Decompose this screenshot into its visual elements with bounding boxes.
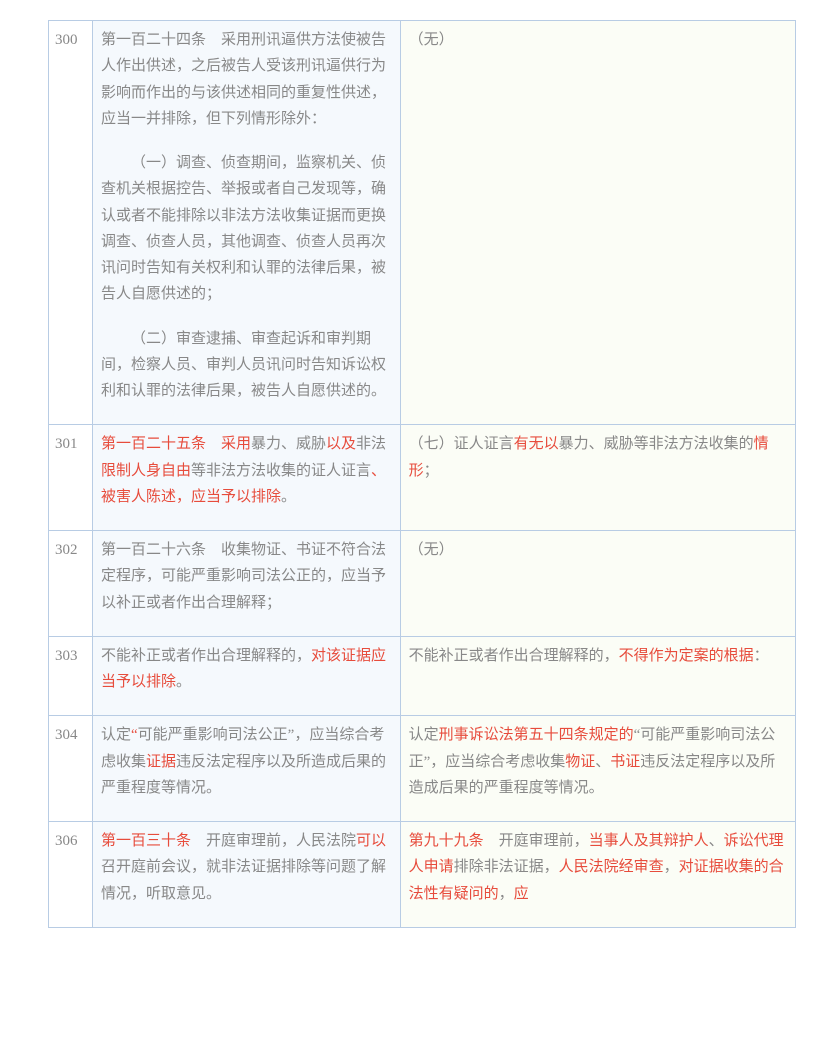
table-row: 300 第一百二十四条 采用刑讯逼供方法使被告人作出供述，之后被告人受该刑讯逼供… bbox=[49, 21, 796, 425]
table-row: 306 第一百三十条 开庭审理前，人民法院可以召开庭前会议，就非法证据排除等问题… bbox=[49, 822, 796, 928]
left-cell: 第一百二十四条 采用刑讯逼供方法使被告人作出供述，之后被告人受该刑讯逼供行为影响… bbox=[92, 21, 400, 425]
row-number: 302 bbox=[49, 531, 93, 637]
text: 召开庭前会议，就非法证据排除等问题了解情况，听取意见。 bbox=[101, 859, 386, 901]
row-number: 303 bbox=[49, 636, 93, 716]
highlight: 证据 bbox=[146, 754, 176, 770]
text: 、 bbox=[595, 754, 610, 770]
text: 。 bbox=[176, 674, 191, 690]
highlight: 有无以 bbox=[514, 436, 559, 452]
table-row: 303 不能补正或者作出合理解释的，对该证据应当予以排除。 不能补正或者作出合理… bbox=[49, 636, 796, 716]
highlight: 当事人及其辩护人 bbox=[589, 833, 709, 849]
table-row: 304 认定“可能严重影响司法公正”，应当综合考虑收集证据违反法定程序以及所造成… bbox=[49, 716, 796, 822]
paragraph: （无） bbox=[409, 542, 454, 558]
highlight: 限制人身自由 bbox=[101, 463, 191, 479]
row-number: 300 bbox=[49, 21, 93, 425]
comparison-table: 300 第一百二十四条 采用刑讯逼供方法使被告人作出供述，之后被告人受该刑讯逼供… bbox=[48, 20, 796, 928]
highlight: 以及 bbox=[326, 436, 356, 452]
right-cell: 不能补正或者作出合理解释的，不得作为定案的根据： bbox=[400, 636, 795, 716]
right-cell: 第九十九条 开庭审理前，当事人及其辩护人、诉讼代理人申请排除非法证据，人民法院经… bbox=[400, 822, 795, 928]
left-cell: 第一百二十六条 收集物证、书证不符合法定程序，可能严重影响司法公正的，应当予以补… bbox=[92, 531, 400, 637]
text: ； bbox=[424, 463, 439, 479]
left-cell: 认定“可能严重影响司法公正”，应当综合考虑收集证据违反法定程序以及所造成后果的严… bbox=[92, 716, 400, 822]
paragraph: 第一百二十四条 采用刑讯逼供方法使被告人作出供述，之后被告人受该刑讯逼供行为影响… bbox=[101, 32, 386, 127]
text: ， bbox=[499, 886, 514, 902]
right-cell: （无） bbox=[400, 531, 795, 637]
paragraph: （一）调查、侦查期间，监察机关、侦查机关根据控告、举报或者自己发现等，确认或者不… bbox=[101, 150, 392, 308]
text: 开庭审理前，人民法院 bbox=[191, 833, 356, 849]
table-row: 302 第一百二十六条 收集物证、书证不符合法定程序，可能严重影响司法公正的，应… bbox=[49, 531, 796, 637]
paragraph: （二）审查逮捕、审查起诉和审判期间，检察人员、审判人员讯问时告知诉讼权利和认罪的… bbox=[101, 326, 392, 405]
highlight: 可以 bbox=[356, 833, 386, 849]
highlight: 应 bbox=[514, 886, 529, 902]
row-number: 304 bbox=[49, 716, 93, 822]
left-cell: 第一百三十条 开庭审理前，人民法院可以召开庭前会议，就非法证据排除等问题了解情况… bbox=[92, 822, 400, 928]
highlight: 第一百二十五条 采用 bbox=[101, 436, 251, 452]
text: ， bbox=[664, 859, 679, 875]
highlight: 书证 bbox=[610, 754, 640, 770]
text: 认定 bbox=[101, 727, 131, 743]
text: （七） bbox=[409, 436, 454, 452]
left-cell: 不能补正或者作出合理解释的，对该证据应当予以排除。 bbox=[92, 636, 400, 716]
right-cell: （七）证人证言有无以暴力、威胁等非法方法收集的情形； bbox=[400, 425, 795, 531]
right-cell: （无） bbox=[400, 21, 795, 425]
row-number: 301 bbox=[49, 425, 93, 531]
text: 暴力、威胁等非法方法收集的 bbox=[559, 436, 754, 452]
text: 非法 bbox=[356, 436, 386, 452]
highlight: 物证 bbox=[565, 754, 595, 770]
text: 不能补正或者作出合理解释的， bbox=[409, 648, 619, 664]
paragraph: （无） bbox=[409, 32, 454, 48]
row-number: 306 bbox=[49, 822, 93, 928]
table-row: 301 第一百二十五条 采用暴力、威胁以及非法限制人身自由等非法方法收集的证人证… bbox=[49, 425, 796, 531]
text: 暴力、威胁 bbox=[251, 436, 326, 452]
highlight: 不得作为定案的根据 bbox=[619, 648, 754, 664]
right-cell: 认定刑事诉讼法第五十四条规定的“可能严重影响司法公正”，应当综合考虑收集物证、书… bbox=[400, 716, 795, 822]
highlight: “ bbox=[131, 727, 138, 743]
text: 开庭审理前， bbox=[484, 833, 589, 849]
highlight: 刑事诉讼法第五十四条规定的 bbox=[439, 727, 634, 743]
text: 等非法方法收集的证人证言 bbox=[191, 463, 371, 479]
text: ： bbox=[754, 648, 769, 664]
text: 排除非法证据， bbox=[454, 859, 559, 875]
text: 。 bbox=[281, 489, 296, 505]
text: 认定 bbox=[409, 727, 439, 743]
text: 、 bbox=[709, 833, 724, 849]
paragraph: 第一百二十六条 收集物证、书证不符合法定程序，可能严重影响司法公正的，应当予以补… bbox=[101, 542, 386, 611]
highlight: 人民法院经审查 bbox=[559, 859, 664, 875]
highlight: 第一百三十条 bbox=[101, 833, 191, 849]
left-cell: 第一百二十五条 采用暴力、威胁以及非法限制人身自由等非法方法收集的证人证言、被害… bbox=[92, 425, 400, 531]
highlight: 第九十九条 bbox=[409, 833, 484, 849]
text: 证人证言 bbox=[454, 436, 514, 452]
text: 不能补正或者作出合理解释的， bbox=[101, 648, 311, 664]
